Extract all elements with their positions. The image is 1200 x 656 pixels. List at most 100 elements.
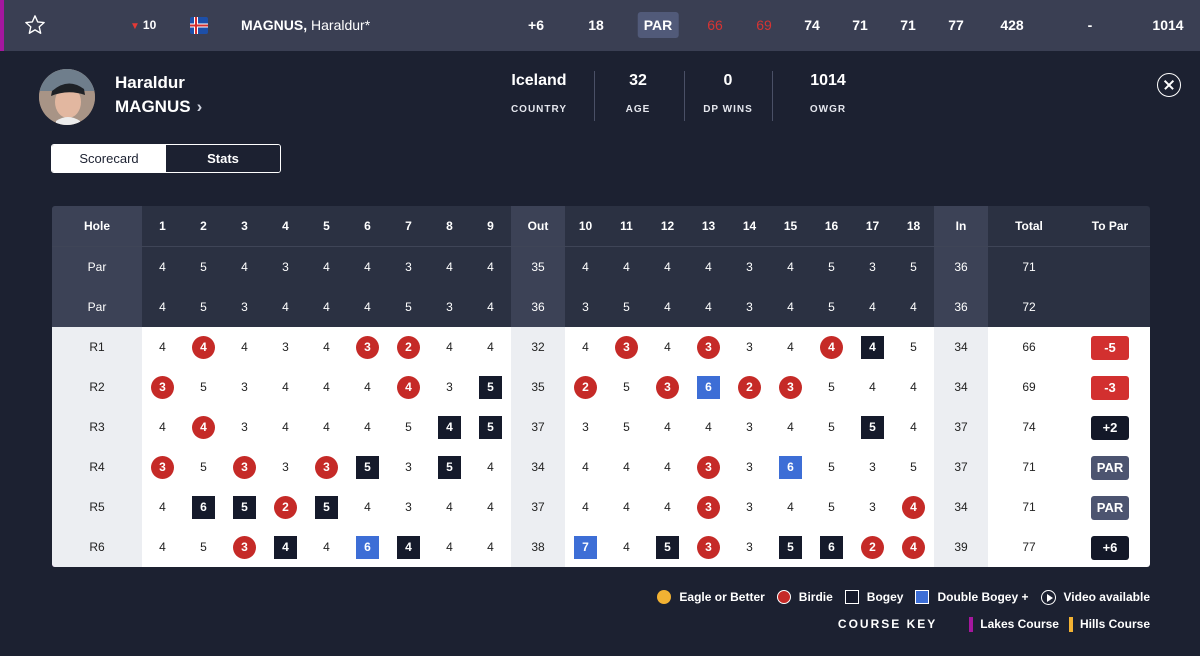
hole-score: 4: [487, 500, 494, 514]
in-score: 34: [934, 367, 988, 407]
hole-par: 4: [869, 300, 876, 314]
player-profile-link[interactable]: MAGNUS ›: [115, 97, 202, 117]
thru-value: 18: [588, 17, 604, 33]
out-score: 37: [511, 487, 565, 527]
in-score: 39: [934, 527, 988, 567]
tab-stats[interactable]: Stats: [166, 145, 280, 172]
hole-score: 4: [664, 460, 671, 474]
hole-score: 6: [811, 527, 852, 567]
hole-score: 4: [869, 380, 876, 394]
bogey-marker: 5: [315, 496, 338, 520]
hole-par: 4: [623, 260, 630, 274]
bogey-marker: 6: [820, 536, 843, 560]
round-row-r3: R3 4 4 3 4 4 4 5 4 5 3 5 4 4 3 4 5 5 4 37 37 74 +2: [52, 407, 1150, 447]
double-bogey-marker: 7: [574, 536, 597, 560]
column-header: 8: [446, 219, 453, 233]
eagle-swatch-icon: [657, 590, 672, 604]
hole-score: 4: [787, 500, 794, 514]
hole-par: 4: [241, 260, 248, 274]
hole-score: 3: [446, 380, 453, 394]
leaderboard-row[interactable]: ▼ 10 MAGNUS, Haraldur* +6 18 PAR 66 69 74…: [0, 0, 1200, 51]
birdie-marker: 3: [697, 536, 720, 560]
player-name[interactable]: MAGNUS, Haraldur*: [241, 0, 370, 51]
hole-par: 3: [869, 260, 876, 274]
hole-par: 5: [910, 260, 917, 274]
bogey-marker: 5: [656, 536, 679, 560]
hole-score: 4: [265, 527, 306, 567]
birdie-marker: 3: [697, 456, 720, 480]
hole-score: 4: [183, 327, 224, 367]
hole-score: 2: [388, 327, 429, 367]
double-bogey-marker: 6: [356, 536, 379, 560]
column-header: 1: [159, 219, 166, 233]
hole-score: 3: [688, 447, 729, 487]
hole-score: 5: [347, 447, 388, 487]
hole-par: 5: [828, 300, 835, 314]
to-par-cell: -5: [1070, 327, 1150, 367]
column-header: 6: [364, 219, 371, 233]
bogey-marker: 6: [192, 496, 215, 520]
round-1-score: 66: [707, 17, 723, 33]
tab-scorecard[interactable]: Scorecard: [52, 145, 166, 172]
star-icon[interactable]: [24, 14, 46, 36]
hole-par: 4: [705, 260, 712, 274]
column-header: 7: [405, 219, 412, 233]
hole-score: 3: [224, 527, 265, 567]
round-6-score: 77: [948, 17, 964, 33]
hole-score: 4: [159, 540, 166, 554]
hole-par: 4: [323, 300, 330, 314]
bogey-marker: 5: [479, 416, 502, 440]
hole-par: 5: [623, 300, 630, 314]
hole-par: 4: [159, 260, 166, 274]
hole-score: 3: [746, 460, 753, 474]
legend-video: Video available: [1040, 589, 1150, 605]
total-score: 66: [1022, 340, 1036, 354]
hole-par: 4: [664, 260, 671, 274]
bogey-marker: 5: [438, 456, 461, 480]
column-header: Total: [1015, 219, 1043, 233]
in-par: 36: [934, 247, 988, 287]
hole-score: 4: [811, 327, 852, 367]
to-par-cell: +2: [1070, 407, 1150, 447]
out-par: 35: [511, 247, 565, 287]
hole-par: 4: [323, 260, 330, 274]
hole-score: 3: [869, 460, 876, 474]
column-header: 11: [620, 219, 633, 233]
hole-score: 4: [582, 340, 589, 354]
hole-score: 5: [828, 420, 835, 434]
hole-score: 4: [282, 420, 289, 434]
birdie-swatch-icon: [776, 590, 791, 604]
hole-score: 3: [647, 367, 688, 407]
column-header: 5: [323, 219, 330, 233]
birdie-marker: 2: [738, 376, 761, 400]
round-4-score: 71: [852, 17, 868, 33]
row-label: Par: [52, 247, 142, 287]
round-row-r2: R2 3 5 3 4 4 4 4 3 5 2 5 3 6 2 3 5 4 4 35 34 69 -3: [52, 367, 1150, 407]
view-tabs: Scorecard Stats: [51, 144, 281, 173]
close-icon[interactable]: [1157, 73, 1181, 97]
hole-score: 4: [323, 540, 330, 554]
hole-score: 4: [664, 500, 671, 514]
hole-par: 4: [446, 260, 453, 274]
total-score: 71: [1022, 500, 1036, 514]
to-par-cell: +6: [1070, 527, 1150, 567]
hole-par: 4: [705, 300, 712, 314]
hole-score: 4: [487, 460, 494, 474]
hole-score: 5: [429, 447, 470, 487]
legend-double-bogey: Double Bogey +: [915, 590, 1029, 604]
hole-score: 4: [623, 500, 630, 514]
hole-score: 4: [323, 340, 330, 354]
hole-score: 3: [688, 487, 729, 527]
hole-score: 4: [364, 500, 371, 514]
hole-score: 3: [142, 447, 183, 487]
hole-par: 4: [487, 260, 494, 274]
hole-score: 4: [159, 500, 166, 514]
scorecard-header-row: Hole 1 2 3 4 5 6 7 8 9 Out 10 11 12 13 14 15 16 17 18 In Tota…: [52, 206, 1150, 246]
hole-score: 3: [347, 327, 388, 367]
column-header: 9: [487, 219, 494, 233]
hole-par: 4: [664, 300, 671, 314]
player-last-name: MAGNUS: [115, 97, 191, 116]
hole-score: 3: [688, 527, 729, 567]
hole-score: 5: [623, 420, 630, 434]
hole-score: 4: [323, 420, 330, 434]
